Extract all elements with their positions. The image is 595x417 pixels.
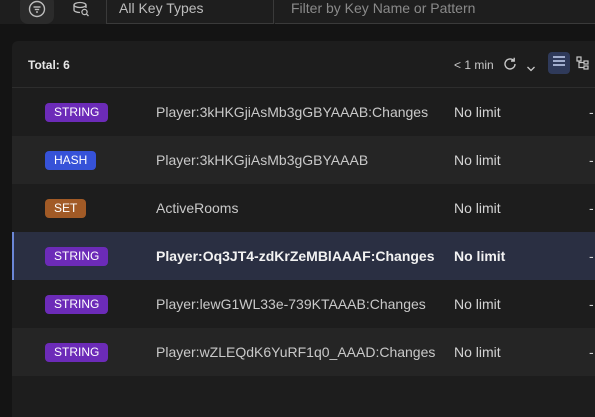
key-row[interactable]: STRING Player:3kHKGjiAsMb3gGBYAAAB:Chang… bbox=[12, 88, 595, 136]
key-size: - bbox=[589, 248, 594, 264]
key-type-badge: STRING bbox=[45, 295, 109, 314]
key-list: STRING Player:3kHKGjiAsMb3gGBYAAAB:Chang… bbox=[12, 88, 595, 376]
key-row[interactable]: SET ActiveRooms No limit - bbox=[12, 184, 595, 232]
key-ttl: No limit bbox=[454, 296, 501, 312]
key-name: Player:lewG1WL33e-739KTAAAB:Changes bbox=[156, 296, 426, 312]
key-size: - bbox=[589, 296, 594, 312]
key-name: Player:Oq3JT4-zdKrZeMBlAAAF:Changes bbox=[156, 248, 435, 264]
key-filter-input[interactable] bbox=[275, 0, 595, 24]
list-view-button[interactable] bbox=[548, 52, 570, 74]
key-size: - bbox=[589, 152, 594, 168]
key-type-badge: STRING bbox=[45, 247, 109, 266]
search-mode-button[interactable] bbox=[64, 0, 98, 24]
key-name: ActiveRooms bbox=[156, 200, 239, 216]
key-type-badge: SET bbox=[45, 199, 87, 218]
tree-view-icon[interactable] bbox=[576, 56, 590, 75]
key-row[interactable]: STRING Player:wZLEQdK6YuRF1q0_AAAD:Chang… bbox=[12, 328, 595, 376]
key-ttl: No limit bbox=[454, 104, 501, 120]
total-count: Total: 6 bbox=[28, 58, 70, 72]
list-view-icon bbox=[552, 54, 566, 72]
key-name: Player:3kHKGjiAsMb3gGBYAAAB:Changes bbox=[156, 104, 429, 120]
key-size: - bbox=[589, 104, 594, 120]
key-size: - bbox=[589, 200, 594, 216]
database-search-icon bbox=[72, 0, 90, 18]
filter-toggle-button[interactable] bbox=[20, 0, 54, 24]
last-refresh-time: < 1 min bbox=[454, 58, 494, 72]
filter-icon bbox=[28, 0, 46, 18]
key-size: - bbox=[589, 344, 594, 360]
key-row[interactable]: STRING Player:lewG1WL33e-739KTAAAB:Chang… bbox=[12, 280, 595, 328]
key-type-badge: STRING bbox=[45, 343, 109, 362]
key-list-header: Total: 6 < 1 min bbox=[12, 41, 595, 88]
key-type-select[interactable]: All Key Types bbox=[106, 0, 274, 24]
key-ttl: No limit bbox=[454, 248, 506, 264]
browser-view: All Key Types Total: 6 < 1 min bbox=[0, 0, 595, 417]
key-type-badge: STRING bbox=[45, 103, 109, 122]
chevron-down-icon[interactable] bbox=[526, 60, 536, 78]
filter-bar: All Key Types bbox=[0, 0, 595, 24]
key-name: Player:3kHKGjiAsMb3gGBYAAAB bbox=[156, 152, 369, 168]
key-type-select-value: All Key Types bbox=[119, 0, 204, 16]
key-row-selected[interactable]: STRING Player:Oq3JT4-zdKrZeMBlAAAF:Chang… bbox=[12, 232, 595, 280]
key-type-badge: HASH bbox=[45, 151, 97, 170]
refresh-icon[interactable] bbox=[502, 56, 518, 77]
key-ttl: No limit bbox=[454, 152, 501, 168]
key-name: Player:wZLEQdK6YuRF1q0_AAAD:Changes bbox=[156, 344, 436, 360]
key-ttl: No limit bbox=[454, 344, 501, 360]
key-row[interactable]: HASH Player:3kHKGjiAsMb3gGBYAAAB No limi… bbox=[12, 136, 595, 184]
key-list-panel: Total: 6 < 1 min STRING Player:3kHKGjiAs… bbox=[12, 41, 595, 417]
key-ttl: No limit bbox=[454, 200, 501, 216]
